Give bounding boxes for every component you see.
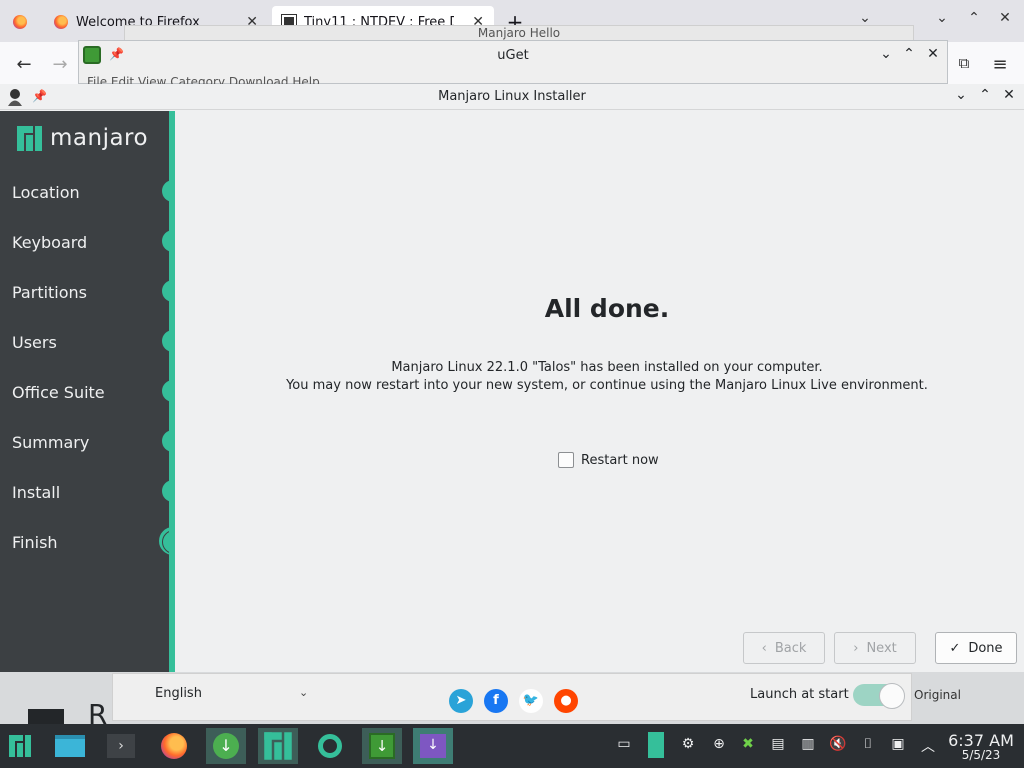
terminal-icon: ›	[107, 734, 135, 758]
firefox-icon	[161, 733, 187, 759]
chevron-left-icon: ‹	[761, 640, 767, 656]
uget-icon: ↓	[369, 733, 395, 759]
list-tabs-icon[interactable]: ⌄	[853, 10, 877, 26]
maximize-icon[interactable]: ⌃	[962, 10, 986, 26]
close-icon[interactable]: ✕	[923, 46, 943, 62]
next-button-label: Next	[866, 640, 897, 656]
clipboard-icon[interactable]: ▥	[798, 736, 818, 756]
display-icon[interactable]: ▣	[888, 736, 908, 756]
manjaro-logo: manjaro	[17, 125, 148, 151]
task-manjaro-hello[interactable]	[258, 728, 298, 764]
step-finish: Finish	[12, 533, 58, 552]
facebook-icon[interactable]: f	[484, 689, 508, 713]
task-settings[interactable]	[310, 728, 350, 764]
finish-page: All done. Manjaro Linux 22.1.0 "Talos" h…	[175, 111, 1024, 672]
step-install: Install	[12, 483, 61, 502]
step-users: Users	[12, 333, 57, 352]
firefox-icon	[54, 15, 68, 29]
minimize-icon[interactable]: ⌄	[951, 87, 971, 103]
finish-message: Manjaro Linux 22.1.0 "Talos" has been in…	[175, 359, 1024, 395]
task-installer[interactable]: ↓	[413, 728, 453, 764]
firefox-tab-pinned[interactable]	[0, 6, 40, 38]
next-button[interactable]: › Next	[834, 632, 916, 664]
extensions-icon[interactable]: ⧉	[950, 54, 978, 72]
message-line-1: Manjaro Linux 22.1.0 "Talos" has been in…	[391, 360, 823, 375]
restart-now-checkbox[interactable]	[558, 452, 574, 468]
uget-tray-icon[interactable]: ✖	[738, 736, 758, 756]
update-icon[interactable]: ⊕	[709, 736, 729, 756]
maximize-icon[interactable]: ⌃	[899, 46, 919, 62]
usb-icon[interactable]: ⌷	[858, 736, 878, 756]
back-arrow-icon[interactable]: ←	[10, 54, 38, 75]
hamburger-menu-icon[interactable]: ≡	[986, 54, 1014, 75]
logo-text: manjaro	[50, 125, 149, 151]
manjaro-menu-icon	[9, 735, 31, 757]
task-uget[interactable]: ↓	[206, 728, 246, 764]
twitter-icon[interactable]: 🐦	[519, 689, 543, 713]
step-partitions: Partitions	[12, 283, 88, 302]
checkmark-icon: ✓	[949, 640, 961, 656]
taskbar: › ↓ ↓ ↓ ▭ ⚙ ⊕ ✖ ▤ ▥ 🔇 ⌷ ▣ ︿	[0, 724, 1024, 768]
chevron-down-icon[interactable]: ⌄	[930, 10, 954, 26]
ring-icon	[318, 734, 342, 758]
step-summary: Summary	[12, 433, 90, 452]
close-icon[interactable]: ✕	[993, 10, 1017, 26]
launch-at-start-label: Launch at start	[750, 687, 849, 702]
firefox-icon	[13, 15, 27, 29]
network-icon[interactable]: ⚙	[678, 736, 698, 756]
task-uget-2[interactable]: ↓	[362, 728, 402, 764]
installer-titlebar: 📌 Manjaro Linux Installer ⌄ ⌃ ✕	[0, 84, 1024, 110]
restart-now-option[interactable]: Restart now	[558, 452, 659, 468]
manjaro-logo-icon	[17, 125, 42, 151]
chevron-down-icon[interactable]: ⌄	[299, 686, 308, 699]
close-icon[interactable]: ✕	[999, 87, 1019, 103]
launch-at-start-toggle[interactable]	[853, 683, 905, 709]
reddit-icon[interactable]: ●	[554, 689, 578, 713]
done-button[interactable]: ✓ Done	[935, 632, 1017, 664]
show-desktop-icon[interactable]: ▭	[614, 736, 634, 756]
back-button-label: Back	[774, 640, 807, 656]
telegram-icon[interactable]: ➤	[449, 689, 473, 713]
uget-window: 📌 uGet ⌄ ⌃ ✕ File Edit View Category Dow…	[78, 40, 948, 85]
step-location: Location	[12, 183, 80, 202]
folder-icon	[55, 735, 85, 757]
hello-window-footer: English ⌄ ➤ f 🐦 ● Launch at start	[112, 673, 912, 721]
original-label: Original	[914, 688, 961, 702]
app-launcher[interactable]	[0, 728, 40, 764]
clock-date[interactable]: 5/5/23	[948, 748, 1014, 762]
step-keyboard: Keyboard	[12, 233, 88, 252]
step-office-suite: Office Suite	[12, 383, 105, 402]
installer-window: 📌 Manjaro Linux Installer ⌄ ⌃ ✕ manjaro …	[0, 84, 1024, 672]
maximize-icon[interactable]: ⌃	[975, 87, 995, 103]
installer-icon: ↓	[420, 734, 446, 758]
message-line-2: You may now restart into your new system…	[286, 378, 928, 393]
restart-now-label: Restart now	[581, 452, 659, 468]
uget-titlebar: 📌 uGet ⌄ ⌃ ✕	[79, 41, 947, 69]
task-file-manager[interactable]	[50, 728, 90, 764]
window-title: Manjaro Linux Installer	[438, 89, 586, 104]
download-icon: ↓	[213, 733, 239, 759]
forward-arrow-icon[interactable]: →	[46, 54, 74, 75]
window-title: uGet	[497, 47, 529, 63]
volume-muted-icon[interactable]: 🔇	[828, 736, 848, 756]
task-firefox[interactable]	[154, 728, 194, 764]
language-select[interactable]: English	[155, 686, 202, 701]
back-button[interactable]: ‹ Back	[743, 632, 825, 664]
uget-menubar: File Edit View Category Download Help	[87, 75, 320, 85]
installer-sidebar: manjaro Location Keyboard Partitions Use…	[0, 111, 190, 672]
terminal-tray-icon[interactable]: ▤	[768, 736, 788, 756]
page-title: All done.	[544, 294, 670, 323]
pager-icon[interactable]	[648, 732, 664, 758]
minimize-icon[interactable]: ⌄	[876, 46, 896, 62]
chevron-right-icon: ›	[853, 640, 859, 656]
task-terminal[interactable]: ›	[101, 728, 141, 764]
chevron-up-icon[interactable]: ︿	[918, 736, 938, 756]
manjaro-icon	[264, 732, 292, 760]
done-button-label: Done	[968, 640, 1003, 656]
